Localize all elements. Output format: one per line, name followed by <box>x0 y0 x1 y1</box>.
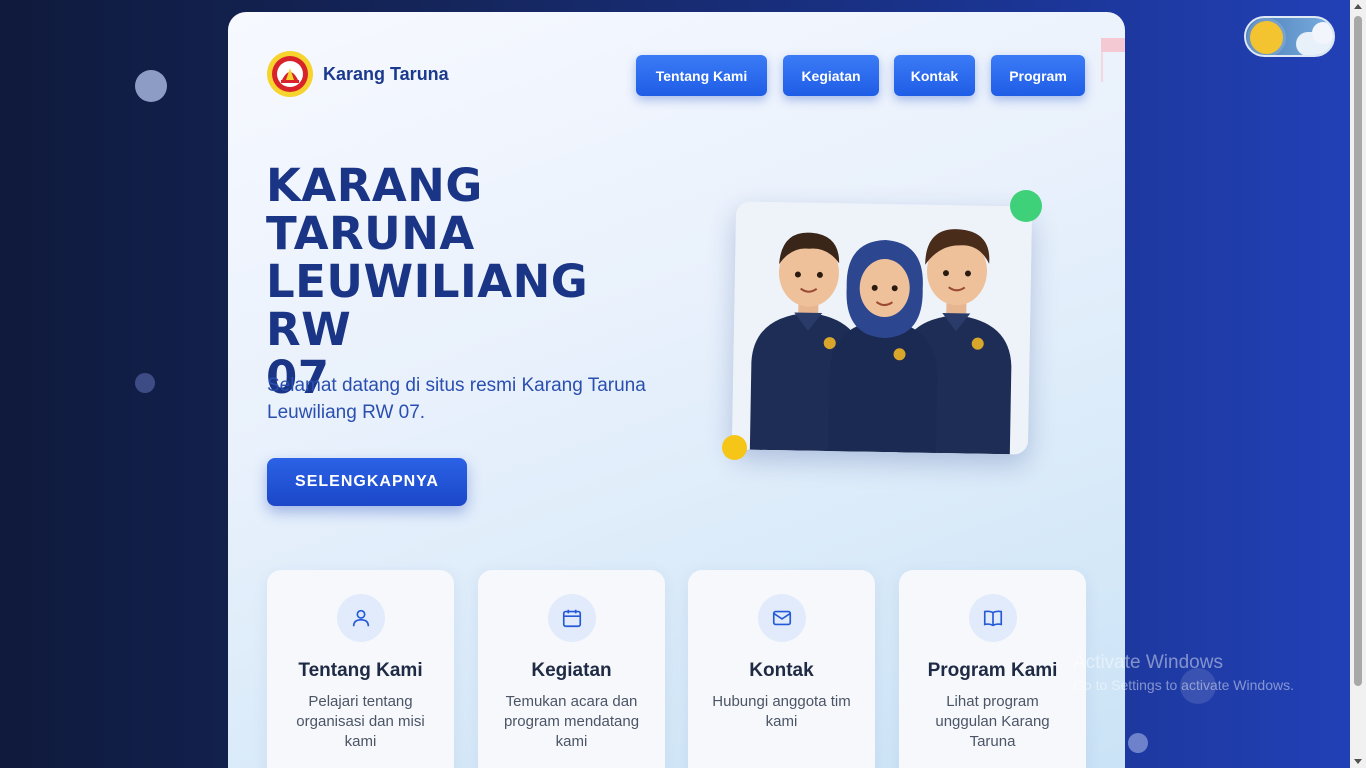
feature-description: Temukan acara dan program mendatang kami <box>503 693 640 750</box>
decor-bubble <box>1128 733 1148 753</box>
three-members-illustration-icon <box>731 201 1033 455</box>
feature-description: Hubungi anggota tim kami <box>712 693 851 730</box>
nav-kegiatan-button[interactable]: Kegiatan <box>783 55 879 96</box>
decor-line <box>1101 52 1103 82</box>
feature-description: Lihat program unggulan Karang Taruna <box>935 693 1050 750</box>
windows-activation-title: Activate Windows <box>1073 652 1223 673</box>
main-card: Karang Taruna Tentang Kami Kegiatan Kont… <box>228 12 1125 768</box>
hero-title-line: KARANG <box>266 159 483 212</box>
theme-toggle[interactable] <box>1244 16 1335 57</box>
feature-card-program-kami[interactable]: Program Kami Lihat program unggulan Kara… <box>899 570 1086 768</box>
book-icon <box>969 594 1017 642</box>
selengkapnya-button[interactable]: SELENGKAPNYA <box>267 458 467 506</box>
scroll-thumb[interactable] <box>1354 16 1362 686</box>
decor-dot-yellow <box>722 435 747 460</box>
windows-activation-hint: Go to Settings to activate Windows. <box>1073 677 1294 693</box>
sun-icon <box>1250 21 1283 54</box>
feature-card-kegiatan[interactable]: Kegiatan Temukan acara dan program menda… <box>478 570 665 768</box>
feature-card-kontak[interactable]: Kontak Hubungi anggota tim kami <box>688 570 875 768</box>
feature-title: Tentang Kami <box>298 660 423 681</box>
mail-icon <box>758 594 806 642</box>
page-scrollbar[interactable] <box>1350 0 1366 768</box>
nav-kontak-button[interactable]: Kontak <box>894 55 975 96</box>
decor-dot-green <box>1010 190 1042 222</box>
hero-members-image <box>731 201 1033 455</box>
scroll-down-arrow-icon[interactable] <box>1354 759 1362 764</box>
scroll-up-arrow-icon[interactable] <box>1354 4 1362 9</box>
feature-title: Kegiatan <box>531 660 612 681</box>
nav-tentang-kami-button[interactable]: Tentang Kami <box>636 55 767 96</box>
decor-bubble <box>135 373 155 393</box>
karang-taruna-logo-icon[interactable] <box>266 50 314 98</box>
decor-bar <box>1101 38 1125 52</box>
hero-title-line: TARUNA <box>266 207 475 260</box>
user-icon <box>337 594 385 642</box>
feature-description: Pelajari tentang organisasi dan misi kam… <box>296 693 425 750</box>
hero-title: KARANG TARUNA LEUWILIANG RW 07 <box>266 162 686 402</box>
calendar-icon <box>548 594 596 642</box>
feature-title: Kontak <box>749 660 814 681</box>
hero-title-line: LEUWILIANG RW <box>266 255 589 356</box>
feature-card-tentang-kami[interactable]: Tentang Kami Pelajari tentang organisasi… <box>267 570 454 768</box>
brand-name[interactable]: Karang Taruna <box>323 64 449 85</box>
decor-bubble <box>135 70 167 102</box>
cloud-icon <box>1312 22 1333 44</box>
feature-title: Program Kami <box>927 660 1058 681</box>
nav-program-button[interactable]: Program <box>991 55 1085 96</box>
hero-subtitle: Selamat datang di situs resmi Karang Tar… <box>267 375 646 423</box>
